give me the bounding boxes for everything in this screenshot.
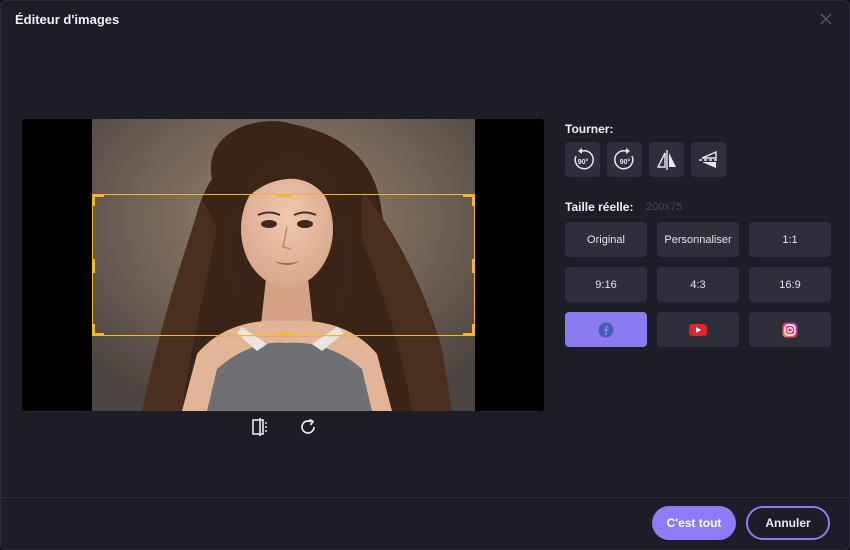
rotate-right-button[interactable]: 90°	[607, 142, 642, 177]
rotate-left-icon: 90°	[573, 147, 594, 169]
flip-vertical-button[interactable]	[691, 142, 726, 177]
size-value: 200x75	[646, 201, 683, 213]
cancel-button[interactable]: Annuler	[746, 506, 830, 540]
ratio-youtube-button[interactable]	[657, 312, 739, 347]
flip-horizontal-button[interactable]	[649, 142, 684, 177]
image-editor-dialog: Éditeur d'images Tourner: 90° 90° Taille…	[0, 0, 850, 550]
youtube-icon	[689, 323, 707, 336]
ratio-instagram-button[interactable]	[749, 312, 831, 347]
flip-horizontal-icon	[656, 149, 676, 170]
rotate-left-button[interactable]: 90°	[565, 142, 600, 177]
ratio-16-9-button[interactable]: 16:9	[749, 267, 831, 302]
crop-handle-top[interactable]	[277, 194, 291, 197]
facebook-icon	[598, 322, 614, 337]
crop-frame[interactable]	[92, 194, 475, 336]
footer-divider	[1, 497, 849, 498]
crop-handle-right[interactable]	[472, 259, 475, 273]
ratio-4-3-button[interactable]: 4:3	[657, 267, 739, 302]
svg-text:90°: 90°	[577, 158, 588, 166]
refresh-icon[interactable]	[298, 417, 318, 437]
crop-handle-left[interactable]	[92, 259, 95, 273]
ratio-original-button[interactable]: Original	[565, 222, 647, 257]
rotate-right-icon: 90°	[613, 147, 634, 169]
ratio-custom-button[interactable]: Personnaliser	[657, 222, 739, 257]
close-icon[interactable]	[819, 12, 833, 26]
instagram-icon	[782, 322, 798, 337]
ratio-1-1-button[interactable]: 1:1	[749, 222, 831, 257]
rotate-label: Tourner:	[565, 122, 614, 136]
dialog-title: Éditeur d'images	[15, 12, 120, 27]
confirm-button[interactable]: C'est tout	[652, 506, 736, 540]
ratio-9-16-button[interactable]: 9:16	[565, 267, 647, 302]
size-label: Taille réelle:	[565, 200, 634, 214]
ratio-facebook-button[interactable]	[565, 312, 647, 347]
crop-icon[interactable]	[250, 417, 270, 437]
svg-text:90°: 90°	[619, 158, 630, 166]
image-preview	[22, 119, 544, 411]
crop-handle-bottom[interactable]	[277, 333, 291, 336]
flip-vertical-icon	[698, 150, 719, 168]
